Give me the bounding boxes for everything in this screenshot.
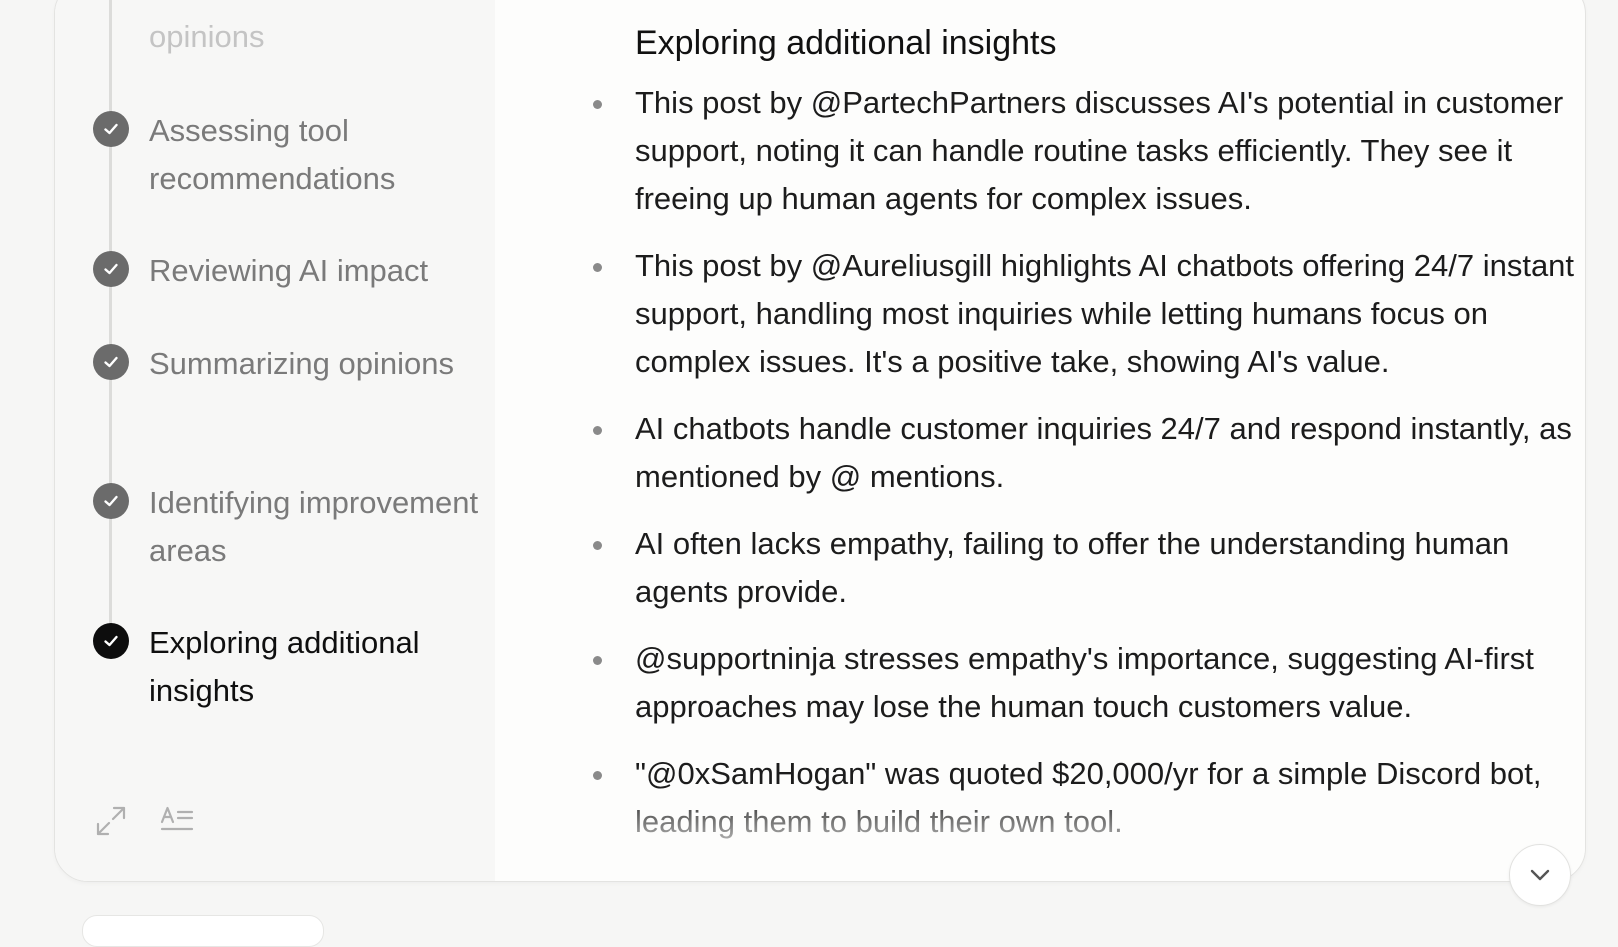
bullet-dot bbox=[593, 771, 602, 780]
bullet-dot bbox=[593, 100, 602, 109]
list-item: This post by @Aureliusgill highlights AI… bbox=[593, 242, 1575, 386]
text-format-icon[interactable] bbox=[159, 803, 195, 839]
list-item: @supportninja stresses empathy's importa… bbox=[593, 635, 1575, 731]
thinking-panel: opinions Assessing tool recommendations … bbox=[54, 0, 1586, 882]
list-item-text: AI chatbots handle customer inquiries 24… bbox=[635, 411, 1572, 494]
step-label: Exploring additional insights bbox=[149, 625, 420, 708]
list-item-text: @supportninja stresses empathy's importa… bbox=[635, 641, 1534, 724]
list-item-text: "@0xSamHogan" was quoted $20,000/yr for … bbox=[635, 756, 1542, 839]
progress-sidebar: opinions Assessing tool recommendations … bbox=[55, 0, 495, 881]
checkmark-icon bbox=[93, 623, 129, 659]
insights-list: This post by @PartechPartners discusses … bbox=[593, 79, 1575, 865]
step-label: Identifying improvement areas bbox=[149, 485, 479, 568]
timeline-line bbox=[109, 0, 112, 641]
expand-icon[interactable] bbox=[93, 803, 129, 839]
list-item-text: This post by @Aureliusgill highlights AI… bbox=[635, 248, 1575, 379]
list-item-text: AI often lacks empathy, failing to offer… bbox=[635, 526, 1510, 609]
list-item: "@0xSamHogan" was quoted $20,000/yr for … bbox=[593, 750, 1575, 846]
checkmark-icon bbox=[93, 251, 129, 287]
bullet-dot bbox=[593, 656, 602, 665]
bullet-dot bbox=[593, 263, 602, 272]
section-heading: Exploring additional insights bbox=[635, 24, 1057, 62]
step-label: Summarizing opinions bbox=[149, 346, 454, 381]
step-label: Reviewing AI impact bbox=[149, 253, 429, 288]
sidebar-footer bbox=[93, 803, 195, 839]
list-item: AI chatbots handle customer inquiries 24… bbox=[593, 405, 1575, 501]
step-label: Assessing tool recommendations bbox=[149, 113, 396, 196]
checkmark-icon bbox=[93, 483, 129, 519]
checkmark-icon bbox=[93, 344, 129, 380]
scroll-down-button[interactable] bbox=[1509, 844, 1571, 906]
list-item: AI often lacks empathy, failing to offer… bbox=[593, 520, 1575, 616]
checkmark-icon bbox=[93, 111, 129, 147]
insights-content: Exploring additional insights This post … bbox=[535, 0, 1574, 881]
list-item: This post by @PartechPartners discusses … bbox=[593, 79, 1575, 223]
bottom-pill[interactable] bbox=[82, 915, 324, 947]
bullet-dot bbox=[593, 426, 602, 435]
chevron-down-icon bbox=[1530, 869, 1550, 881]
bullet-dot bbox=[593, 541, 602, 550]
list-item-text: This post by @PartechPartners discusses … bbox=[635, 85, 1564, 216]
step-label: opinions bbox=[149, 19, 265, 54]
